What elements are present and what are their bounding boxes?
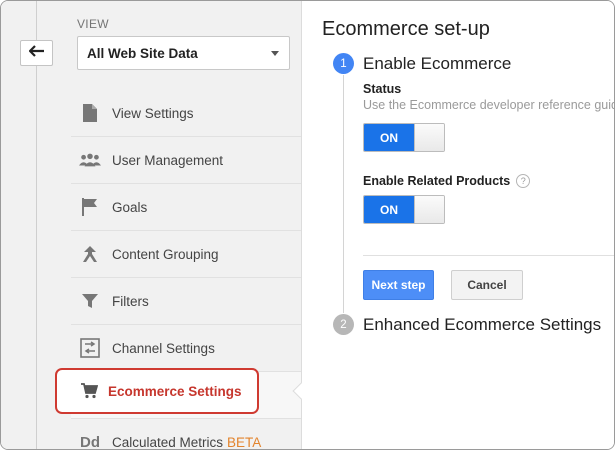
- back-button[interactable]: [20, 40, 53, 66]
- nav-item-label: User Management: [112, 152, 224, 168]
- related-products-label: Enable Related Products ?: [363, 174, 531, 188]
- step-title: Enhanced Ecommerce Settings: [363, 315, 602, 334]
- status-help-text: Use the Ecommerce developer reference gu…: [363, 98, 615, 112]
- merge-arrow-icon: [79, 243, 101, 265]
- nav-item-label: Ecommerce Settings: [108, 383, 242, 399]
- toggle-on-label: ON: [364, 196, 414, 223]
- nav-item-label: Channel Settings: [112, 340, 215, 356]
- view-selector[interactable]: All Web Site Data: [77, 36, 290, 70]
- step-connector: [343, 75, 344, 313]
- nav-item-channel-settings[interactable]: Channel Settings: [71, 325, 301, 372]
- toggle-on-label: ON: [364, 124, 414, 151]
- nav-item-label: Filters: [112, 293, 149, 309]
- cancel-button[interactable]: Cancel: [451, 270, 523, 300]
- page-title: Ecommerce set-up: [322, 18, 490, 40]
- nav-item-label: View Settings: [112, 105, 194, 121]
- flag-icon: [79, 196, 101, 218]
- back-arrow-icon: [27, 44, 45, 62]
- nav-item-goals[interactable]: Goals: [71, 184, 301, 231]
- nav-item-label: Calculated Metrics: [112, 435, 224, 450]
- step-number-badge: 1: [333, 53, 354, 74]
- toggle-knob: [414, 124, 444, 151]
- step-title: Enable Ecommerce: [363, 54, 512, 73]
- divider: [363, 255, 614, 256]
- related-products-label-text: Enable Related Products: [363, 174, 511, 188]
- chevron-down-icon: [271, 51, 279, 56]
- channel-icon: [79, 337, 101, 359]
- document-icon: [79, 102, 101, 124]
- related-products-toggle[interactable]: ON: [363, 195, 445, 224]
- nav-item-filters[interactable]: Filters: [71, 278, 301, 325]
- sidebar-divider: [36, 1, 37, 449]
- toggle-knob: [414, 196, 444, 223]
- help-icon[interactable]: ?: [516, 174, 531, 188]
- view-label: VIEW: [77, 17, 109, 31]
- nav-item-view-settings[interactable]: View Settings: [71, 90, 301, 137]
- nav-item-calculated-metrics[interactable]: Dd Calculated Metrics BETA: [71, 419, 301, 450]
- app-window: VIEW All Web Site Data View Settings Use…: [0, 0, 615, 450]
- view-selector-value: All Web Site Data: [87, 45, 198, 61]
- status-toggle[interactable]: ON: [363, 123, 445, 152]
- status-label: Status: [363, 82, 401, 96]
- step-number-badge: 2: [333, 314, 354, 335]
- nav-item-label: Content Grouping: [112, 246, 219, 262]
- beta-badge: BETA: [227, 435, 262, 450]
- filter-icon: [79, 290, 101, 312]
- nav-item-label: Goals: [112, 199, 148, 215]
- users-icon: [79, 149, 101, 171]
- ecommerce-settings-highlight[interactable]: Ecommerce Settings: [55, 368, 259, 414]
- cart-icon: [79, 381, 99, 401]
- status-label-text: Status: [363, 82, 402, 96]
- nav-item-content-grouping[interactable]: Content Grouping: [71, 231, 301, 278]
- next-step-button[interactable]: Next step: [363, 270, 434, 300]
- admin-sidebar: VIEW All Web Site Data View Settings Use…: [1, 1, 301, 450]
- nav-item-user-management[interactable]: User Management: [71, 137, 301, 184]
- dd-icon: Dd: [80, 434, 100, 450]
